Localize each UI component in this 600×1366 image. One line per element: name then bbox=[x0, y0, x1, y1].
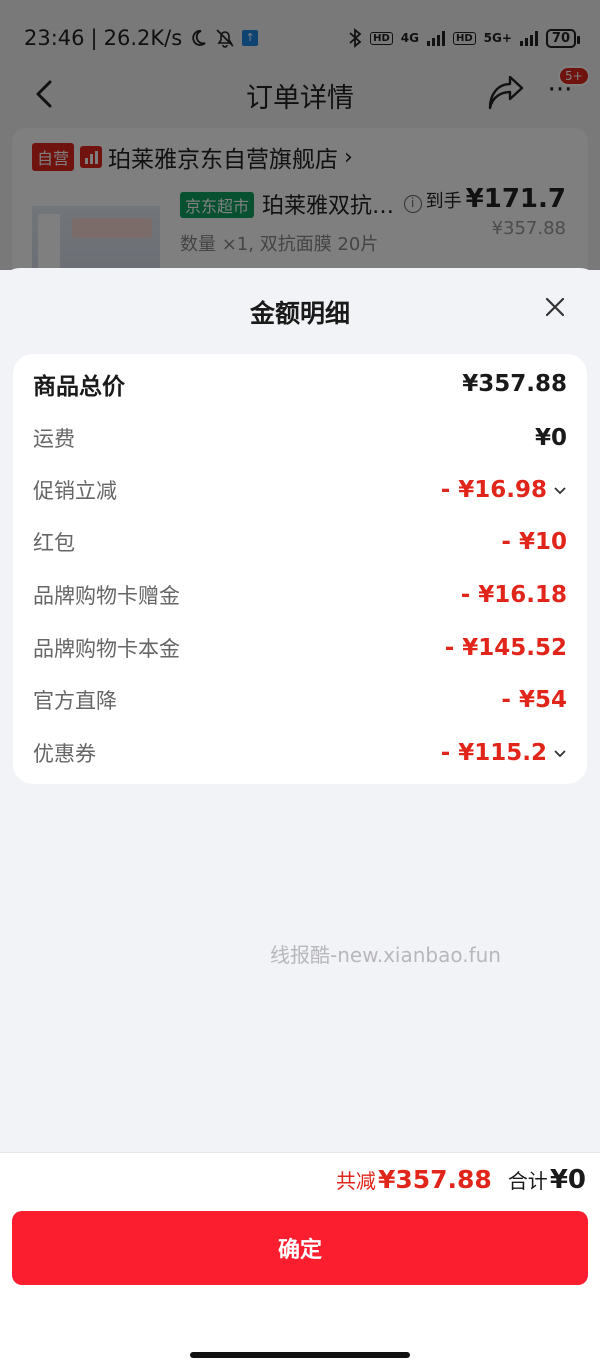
amount-detail-sheet: 金额明细 商品总价 ¥357.88 运费 ¥0 促销立减 - ¥16.98 红包… bbox=[0, 268, 600, 1366]
row-label: 官方直降 bbox=[33, 689, 117, 713]
close-icon[interactable] bbox=[540, 292, 570, 322]
row-gift-card-bonus: 品牌购物卡赠金 - ¥16.18 bbox=[33, 577, 567, 613]
row-value: - ¥145.52 bbox=[444, 635, 567, 661]
sheet-title: 金额明细 bbox=[249, 299, 350, 328]
row-value: - ¥115.2 bbox=[440, 740, 547, 766]
row-label: 商品总价 bbox=[33, 374, 125, 400]
row-label: 品牌购物卡赠金 bbox=[33, 584, 180, 608]
row-value: ¥0 bbox=[534, 425, 567, 451]
row-promotion[interactable]: 促销立减 - ¥16.98 bbox=[33, 472, 567, 508]
home-indicator[interactable] bbox=[190, 1352, 410, 1358]
chevron-down-icon[interactable] bbox=[553, 483, 567, 497]
row-label: 品牌购物卡本金 bbox=[33, 637, 180, 661]
confirm-button[interactable]: 确定 bbox=[12, 1211, 588, 1285]
row-total: 商品总价 ¥357.88 bbox=[33, 366, 567, 402]
bottom-bar: 共减 ¥357.88 合计 ¥0 确定 bbox=[0, 1152, 600, 1366]
row-value: ¥357.88 bbox=[462, 371, 567, 397]
row-label: 红包 bbox=[33, 531, 75, 555]
total-value: ¥0 bbox=[549, 1165, 586, 1195]
chevron-down-icon[interactable] bbox=[553, 746, 567, 760]
row-value: - ¥54 bbox=[501, 687, 567, 713]
row-coupon[interactable]: 优惠券 - ¥115.2 bbox=[33, 735, 567, 771]
summary: 共减 ¥357.88 合计 ¥0 bbox=[336, 1165, 586, 1195]
row-red-packet: 红包 - ¥10 bbox=[33, 524, 567, 560]
row-shipping: 运费 ¥0 bbox=[33, 420, 567, 456]
row-value: - ¥10 bbox=[501, 529, 567, 555]
amount-detail-card: 商品总价 ¥357.88 运费 ¥0 促销立减 - ¥16.98 红包 - ¥1… bbox=[13, 354, 587, 784]
row-official-discount: 官方直降 - ¥54 bbox=[33, 682, 567, 718]
row-label: 促销立减 bbox=[33, 479, 117, 503]
row-label: 优惠券 bbox=[33, 742, 96, 766]
row-value: - ¥16.18 bbox=[460, 582, 567, 608]
row-value: - ¥16.98 bbox=[440, 477, 547, 503]
dim-overlay[interactable] bbox=[0, 0, 600, 270]
row-gift-card-principal: 品牌购物卡本金 - ¥145.52 bbox=[33, 630, 567, 666]
discount-label: 共减 bbox=[335, 1169, 376, 1193]
total-label: 合计 bbox=[507, 1169, 548, 1193]
watermark-text: 线报酷-new.xianbao.fun bbox=[270, 943, 501, 967]
row-label: 运费 bbox=[33, 427, 75, 451]
discount-value: ¥357.88 bbox=[377, 1165, 492, 1194]
